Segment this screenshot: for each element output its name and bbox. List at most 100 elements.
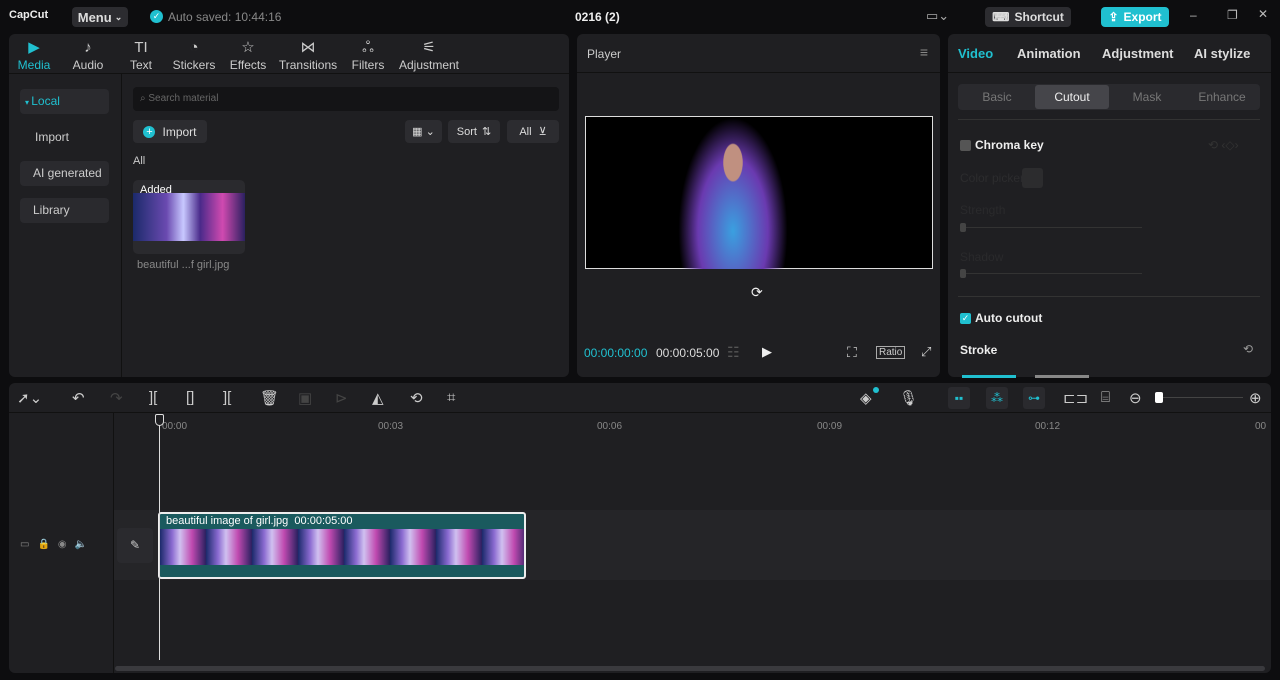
rotate-tool-icon[interactable]: ⟲	[410, 389, 423, 407]
sidebar-item-local[interactable]: ▾ Local	[20, 89, 109, 114]
current-time: 00:00:00:00	[584, 346, 648, 360]
tab-adjustment[interactable]: ⚟ Adjustment	[397, 38, 461, 72]
main-track-magnet-icon[interactable]: ▪▪	[948, 387, 970, 409]
video-clip[interactable]: beautiful image of girl.jpg 00:00:05:00	[158, 512, 526, 579]
auto-snap-icon[interactable]: ⁂	[986, 387, 1008, 409]
tab-label: Media	[17, 58, 51, 72]
split-preview-icon[interactable]: ⊏⊐	[1063, 389, 1088, 407]
cover-icon[interactable]: ▭	[20, 539, 37, 550]
zoom-in-icon[interactable]: ⊕	[1249, 389, 1262, 407]
timeline-grid-icon[interactable]: ☷	[727, 344, 740, 361]
export-button[interactable]: ⇪ Export	[1101, 7, 1169, 27]
track-controls: ▭🔒◉🔈	[20, 539, 95, 550]
split-icon[interactable]: ][	[149, 389, 157, 406]
tab-stickers[interactable]: ◔ Stickers	[171, 38, 217, 72]
import-button[interactable]: + Import	[133, 120, 207, 143]
fit-icon[interactable]: ⛶	[847, 344, 857, 361]
export-label: Export	[1123, 10, 1162, 24]
shortcut-button[interactable]: ⌨ Shortcut	[985, 7, 1071, 27]
notification-dot	[873, 387, 879, 393]
media-item[interactable]: Added	[133, 180, 245, 254]
menu-icon[interactable]: ≡	[920, 44, 928, 60]
tick-label: 00:06	[597, 421, 623, 432]
microphone-icon[interactable]: 🎙	[899, 389, 918, 407]
redo-icon[interactable]: ↷	[110, 389, 123, 407]
tab-text[interactable]: TI Text	[121, 38, 161, 72]
tab-audio[interactable]: ♪ Audio	[67, 38, 109, 72]
tab-animation[interactable]: Animation	[1017, 46, 1081, 61]
chroma-key-checkbox[interactable]	[960, 140, 971, 151]
stroke-option[interactable]	[1035, 375, 1089, 378]
fullscreen-icon[interactable]: ⤢	[921, 344, 931, 360]
eye-icon[interactable]: ◉	[58, 539, 75, 550]
reset-icon[interactable]: ⟲	[1243, 342, 1253, 356]
subtab-enhance[interactable]: Enhance	[1185, 85, 1259, 109]
capcut-logo: CapCut	[9, 9, 49, 21]
link-icon[interactable]: ⊶	[1023, 387, 1045, 409]
freeze-icon[interactable]: ▣	[298, 389, 312, 407]
zoom-slider-handle[interactable]	[1155, 392, 1163, 403]
mirror-icon[interactable]: ◭	[372, 389, 384, 407]
undo-icon[interactable]: ↶	[72, 389, 85, 407]
filter-button[interactable]: All ⊻	[507, 120, 559, 143]
view-toggle-button[interactable]: ▦ ⌄	[405, 120, 442, 143]
search-input[interactable]: ⌕ Search material	[133, 87, 559, 111]
divider	[948, 72, 1271, 73]
sidebar-item-import[interactable]: Import	[20, 125, 109, 150]
play-button[interactable]: ▶	[762, 344, 772, 360]
player-panel: Player ≡ ⟳ 00:00:00:00 00:00:05:00 ☷ ▶ ⛶…	[577, 34, 940, 377]
tab-media[interactable]: ▶ Media	[14, 38, 54, 72]
stroke-option[interactable]	[962, 375, 1016, 378]
autosave-status: Auto saved: 10:44:16	[168, 10, 282, 24]
strength-slider	[962, 227, 1142, 228]
audio-icon: ♪	[84, 39, 92, 56]
playhead[interactable]	[159, 414, 160, 660]
playhead-handle[interactable]	[155, 414, 164, 426]
menu-button[interactable]: Menu ⌄	[72, 7, 128, 27]
tab-adjustment-props[interactable]: Adjustment	[1102, 46, 1174, 61]
preview-image	[678, 117, 788, 269]
edit-cover-button[interactable]: ✎	[117, 528, 153, 563]
lock-icon[interactable]: 🔒	[37, 539, 57, 550]
subtab-cutout[interactable]: Cutout	[1035, 85, 1109, 109]
section-label: All	[133, 155, 146, 167]
tab-transitions[interactable]: ⋈ Transitions	[277, 38, 339, 72]
split-right-icon[interactable]: ][	[223, 389, 231, 406]
tab-video[interactable]: Video	[958, 46, 993, 61]
tab-ai-stylize[interactable]: AI stylize	[1194, 46, 1250, 61]
preview-zoom-icon[interactable]: ⌸	[1101, 389, 1110, 406]
close-icon[interactable]: ✕	[1258, 7, 1268, 21]
subtab-basic[interactable]: Basic	[960, 85, 1034, 109]
horizontal-scrollbar[interactable]	[115, 666, 1265, 671]
reverse-icon[interactable]: ⊳	[335, 389, 348, 407]
sort-label: Sort	[456, 125, 477, 138]
clip-duration: 00:00:05:00	[294, 515, 353, 527]
tick-label: 00:03	[378, 421, 404, 432]
sort-button[interactable]: Sort ⇅	[448, 120, 500, 143]
player-title: Player	[587, 47, 622, 61]
zoom-out-icon[interactable]: ⊖	[1129, 389, 1142, 407]
select-tool-icon[interactable]: ➚⌄	[17, 389, 42, 407]
tab-filters[interactable]: ஃ Filters	[348, 38, 388, 72]
divider	[958, 119, 1260, 120]
minimize-icon[interactable]: –	[1190, 8, 1197, 22]
keyframe-add-icon[interactable]: ◈	[860, 389, 872, 407]
rotate-icon[interactable]: ⟳	[751, 284, 763, 301]
tab-effects[interactable]: ☆ Effects	[227, 38, 269, 72]
video-canvas[interactable]	[585, 116, 933, 269]
crop-icon[interactable]: ⌗	[447, 389, 455, 406]
sidebar-item-ai-generated[interactable]: AI generated	[20, 161, 109, 186]
audio-mute-icon[interactable]: 🔈	[75, 539, 95, 550]
clip-thumbnails	[160, 529, 524, 565]
layout-icon[interactable]: ▭⌄	[926, 8, 949, 24]
clip-label: beautiful image of girl.jpg 00:00:05:00	[166, 515, 353, 527]
restore-icon[interactable]: ❐	[1227, 8, 1238, 22]
auto-cutout-checkbox[interactable]: ✓	[960, 313, 971, 324]
zoom-slider[interactable]	[1155, 397, 1243, 398]
subtab-mask[interactable]: Mask	[1110, 85, 1184, 109]
delete-icon[interactable]: 🗑	[260, 389, 279, 407]
sidebar-item-library[interactable]: Library	[20, 198, 109, 223]
divider	[577, 72, 940, 73]
split-left-icon[interactable]: []	[186, 389, 194, 406]
ratio-button[interactable]: Ratio	[876, 346, 906, 359]
